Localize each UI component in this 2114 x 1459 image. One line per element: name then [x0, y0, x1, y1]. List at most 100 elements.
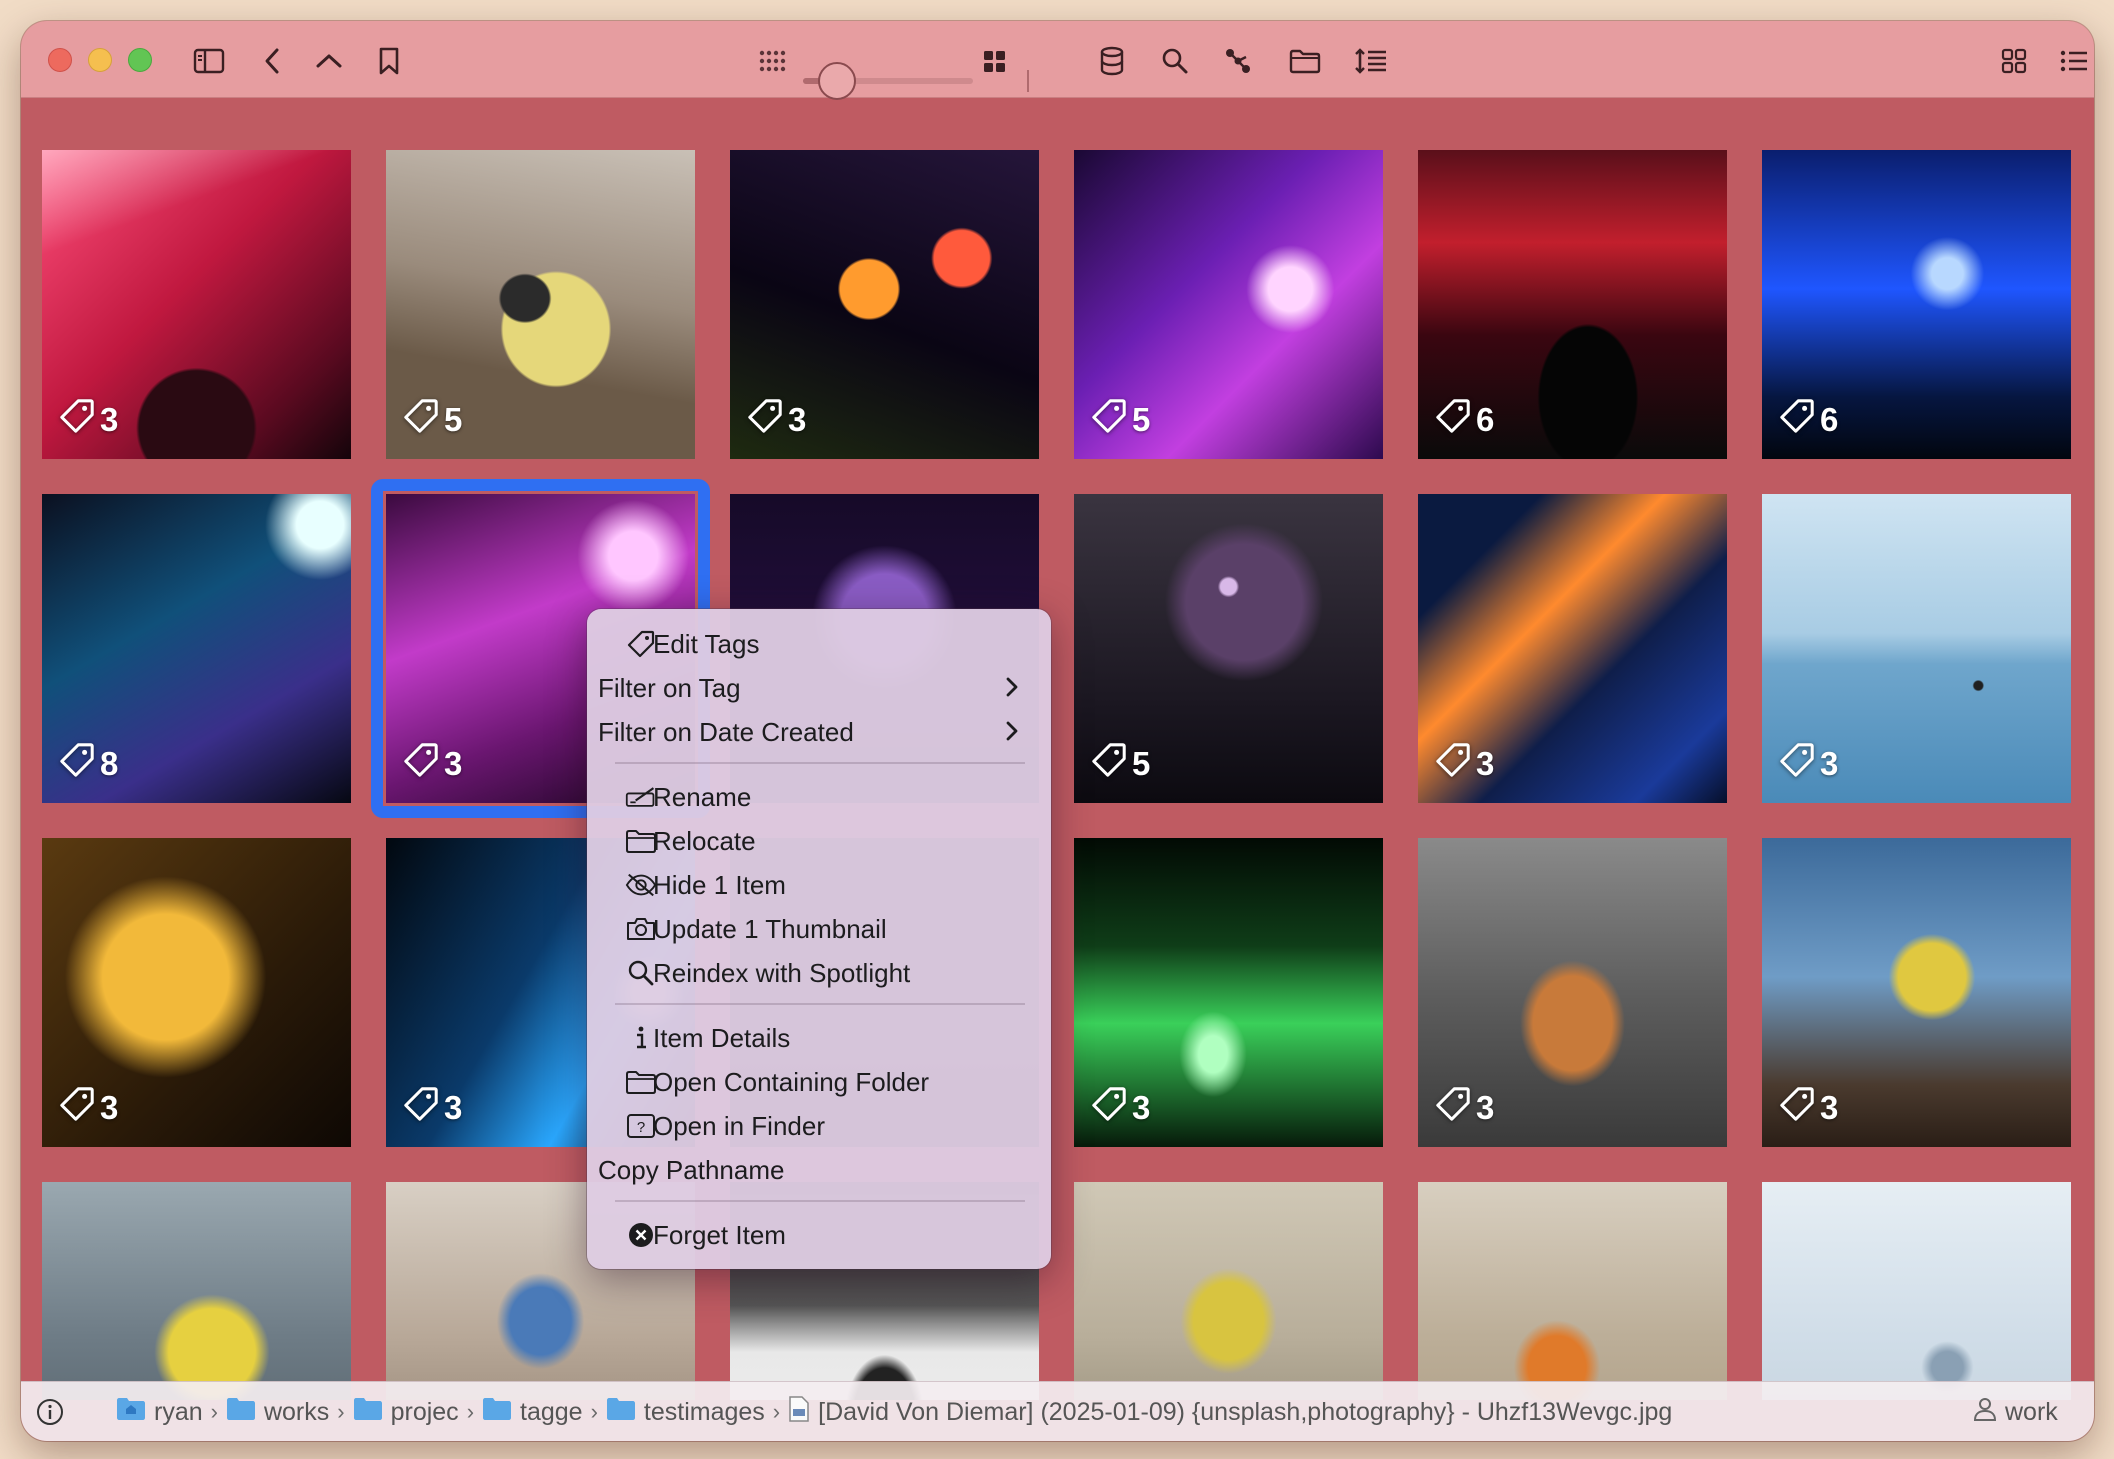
breadcrumb-item[interactable]: testimages — [644, 1398, 765, 1427]
list-view-icon[interactable] — [2057, 45, 2091, 77]
minimize-window-button[interactable] — [88, 48, 112, 72]
tag-icon — [746, 397, 784, 443]
menu-item-edit-tags[interactable]: Edit Tags — [595, 624, 1043, 664]
thumbnail-cell[interactable]: 6 — [1762, 150, 2071, 459]
tag-icon — [58, 1085, 96, 1131]
thumbnail-image — [1418, 1182, 1727, 1400]
menu-item-label: Filter on Tag — [598, 672, 741, 703]
menu-item-label: Reindex with Spotlight — [653, 957, 911, 988]
tag-count-badge: 3 — [58, 1085, 118, 1131]
menu-item-reindex[interactable]: Reindex with Spotlight — [595, 953, 1043, 993]
thumbnail-cell[interactable]: 8 — [42, 494, 351, 803]
app-window: 3535668353333333 Edit Tags Filter on Tag… — [21, 21, 2094, 1441]
tag-count-badge: 3 — [1434, 741, 1494, 787]
sidebar-icon[interactable] — [189, 43, 229, 79]
large-grid-icon[interactable] — [979, 47, 1011, 77]
breadcrumb-item[interactable]: tagge — [520, 1398, 583, 1427]
tag-count: 3 — [1820, 745, 1839, 782]
image-file-icon — [788, 1395, 810, 1430]
info-icon[interactable] — [35, 1382, 65, 1441]
tag-icon — [1778, 741, 1816, 787]
tag-icon — [1434, 1085, 1472, 1131]
workspace-indicator[interactable]: work — [1973, 1382, 2058, 1441]
thumbnail-image — [1762, 1182, 2071, 1400]
breadcrumb-item[interactable]: projec — [391, 1398, 459, 1427]
database-icon[interactable] — [1094, 43, 1130, 79]
menu-item-open-containing-folder[interactable]: Open Containing Folder — [595, 1062, 1043, 1102]
thumbnail-cell[interactable] — [42, 1182, 351, 1400]
thumbnail-cell[interactable]: 6 — [1418, 150, 1727, 459]
thumbnail-cell[interactable] — [1418, 1182, 1727, 1400]
thumbnail-cell[interactable]: 5 — [1074, 150, 1383, 459]
breadcrumb-item[interactable]: works — [264, 1398, 329, 1427]
folder-icon — [353, 1397, 383, 1428]
thumbnail-cell[interactable]: 3 — [1418, 838, 1727, 1147]
tag-count-badge: 3 — [58, 397, 118, 443]
tag-count-badge: 3 — [746, 397, 806, 443]
folder-icon — [482, 1397, 512, 1428]
bookmark-icon[interactable] — [371, 43, 407, 79]
grid-view-icon[interactable] — [1997, 45, 2031, 77]
breadcrumb-chevron: › — [210, 1399, 218, 1424]
back-icon[interactable] — [254, 43, 290, 79]
svg-text:?: ? — [637, 1119, 645, 1136]
menu-item-filter-on-tag[interactable]: Filter on Tag — [595, 668, 1043, 708]
close-window-button[interactable] — [48, 48, 72, 72]
person-icon — [1973, 1396, 1997, 1429]
menu-item-label: Open in Finder — [653, 1110, 825, 1141]
tag-count-badge: 6 — [1434, 397, 1494, 443]
menu-item-open-in-finder[interactable]: ? Open in Finder — [595, 1106, 1043, 1146]
menu-item-label: Filter on Date Created — [598, 716, 854, 747]
menu-item-label: Relocate — [653, 825, 756, 856]
slider-knob[interactable] — [818, 62, 856, 100]
thumbnail-cell[interactable]: 3 — [1074, 838, 1383, 1147]
thumbnail-cell[interactable] — [1074, 1182, 1383, 1400]
menu-item-label: Update 1 Thumbnail — [653, 913, 887, 944]
thumbnail-cell[interactable]: 3 — [42, 838, 351, 1147]
chevron-right-icon — [1003, 672, 1021, 709]
thumbnail-cell[interactable]: 3 — [1418, 494, 1727, 803]
thumbnail-cell[interactable]: 3 — [1762, 494, 2071, 803]
tag-count: 3 — [1476, 745, 1495, 782]
tag-count-badge: 5 — [402, 397, 462, 443]
tag-count: 6 — [1820, 401, 1839, 438]
search-icon[interactable] — [1157, 43, 1193, 79]
tag-icon — [1090, 1085, 1128, 1131]
tag-icon — [1778, 1085, 1816, 1131]
small-grid-icon[interactable] — [757, 45, 791, 77]
graph-icon[interactable] — [1220, 43, 1256, 79]
thumbnail-cell[interactable]: 5 — [386, 150, 695, 459]
tag-count-badge: 5 — [1090, 741, 1150, 787]
folder-icon — [226, 1397, 256, 1428]
tag-icon — [58, 741, 96, 787]
tag-count-badge: 3 — [402, 1085, 462, 1131]
tag-count-badge: 3 — [1778, 741, 1838, 787]
zoom-window-button[interactable] — [128, 48, 152, 72]
menu-item-update-thumbnail[interactable]: Update 1 Thumbnail — [595, 909, 1043, 949]
tag-count: 3 — [1820, 1089, 1839, 1126]
breadcrumb-chevron: › — [590, 1399, 598, 1424]
thumbnail-cell[interactable] — [1762, 1182, 2071, 1400]
menu-item-forget[interactable]: Forget Item — [595, 1215, 1043, 1255]
thumbnail-cell[interactable]: 5 — [1074, 494, 1383, 803]
thumbnail-cell[interactable]: 3 — [42, 150, 351, 459]
tag-icon — [1090, 741, 1128, 787]
breadcrumb-filename[interactable]: [David Von Diemar] (2025-01-09) {unsplas… — [818, 1398, 1672, 1427]
menu-item-item-details[interactable]: Item Details — [595, 1018, 1043, 1058]
tag-icon — [402, 1085, 440, 1131]
menu-item-filter-on-date[interactable]: Filter on Date Created — [595, 712, 1043, 752]
sort-icon[interactable] — [1351, 43, 1391, 79]
folder-icon[interactable] — [1285, 43, 1325, 79]
menu-item-relocate[interactable]: Relocate — [595, 821, 1043, 861]
menu-separator — [615, 762, 1025, 764]
thumbnail-cell[interactable]: 3 — [1762, 838, 2071, 1147]
thumbnail-grid: 3535668353333333 — [21, 98, 2094, 1400]
menu-item-hide[interactable]: Hide 1 Item — [595, 865, 1043, 905]
up-icon[interactable] — [311, 43, 347, 79]
thumbnail-image — [42, 1182, 351, 1400]
breadcrumb-item[interactable]: ryan — [154, 1398, 203, 1427]
menu-item-rename[interactable]: Rename — [595, 777, 1043, 817]
thumbnail-cell[interactable]: 3 — [730, 150, 1039, 459]
tag-icon — [1778, 397, 1816, 443]
menu-item-copy-pathname[interactable]: Copy Pathname — [595, 1150, 1043, 1190]
